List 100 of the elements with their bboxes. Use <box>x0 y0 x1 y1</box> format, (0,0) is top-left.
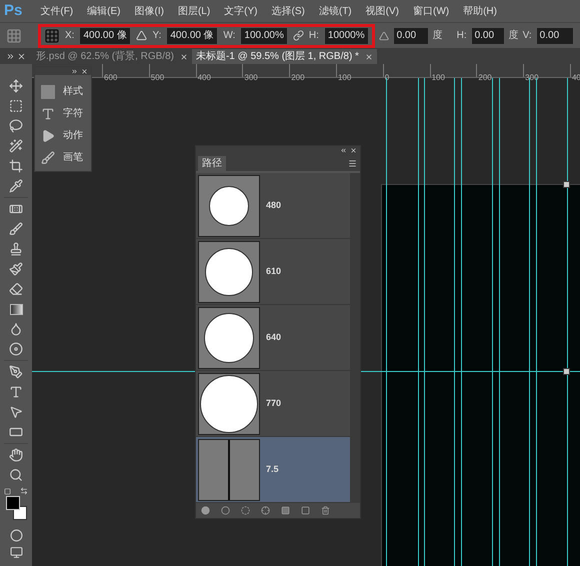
selection-icon[interactable] <box>241 506 250 515</box>
app-logo: Ps <box>4 0 22 21</box>
panel-label[interactable]: 动作 <box>63 128 83 143</box>
collapse-icon[interactable] <box>340 146 347 154</box>
menu-item[interactable]: 图像(I) <box>134 4 164 18</box>
triangle-icon[interactable] <box>136 30 148 41</box>
path-thumbnail <box>198 306 260 368</box>
work-path-icon[interactable] <box>261 506 270 515</box>
width-field[interactable]: 100.00% <box>240 26 288 44</box>
path-row[interactable]: 7.5 <box>196 437 350 503</box>
close-icon[interactable] <box>364 52 373 60</box>
height-field[interactable]: 10000% <box>324 26 369 44</box>
menu-item[interactable]: 视图(V) <box>366 4 399 18</box>
stroke-path-icon[interactable] <box>221 506 230 515</box>
ruler-label: 500 <box>150 73 164 82</box>
skew-v-field[interactable]: 0.00 <box>536 26 574 44</box>
menu-item[interactable]: 窗口(W) <box>412 4 450 18</box>
screen-mode-icon[interactable] <box>10 546 22 559</box>
close-icon[interactable] <box>81 68 88 74</box>
field-label: V: <box>522 29 532 43</box>
expand-icon[interactable] <box>71 68 78 74</box>
field-label: 度 <box>508 28 519 43</box>
zoom-icon[interactable] <box>9 468 23 482</box>
rectangle-icon[interactable] <box>9 425 23 439</box>
anchor-handle[interactable] <box>563 368 570 375</box>
quick-mask-icon[interactable] <box>10 528 22 542</box>
path-thumbnail <box>198 438 260 500</box>
trash-icon[interactable] <box>321 506 330 515</box>
color-swatches[interactable] <box>4 496 28 520</box>
link-icon[interactable] <box>292 30 304 41</box>
gradient-icon[interactable] <box>10 304 22 314</box>
angle-icon[interactable] <box>378 30 389 40</box>
droplet-icon[interactable] <box>9 322 23 336</box>
panel-label[interactable]: 字符 <box>63 106 83 121</box>
x-field[interactable]: 400.00 像 <box>79 26 132 44</box>
path-thumbnail <box>198 372 260 434</box>
ruler-label: 200 <box>290 73 305 82</box>
eyedropper-icon[interactable] <box>9 179 23 193</box>
fill-path-icon[interactable] <box>201 506 210 515</box>
path-label: 770 <box>266 396 282 410</box>
skew-h-field[interactable]: 0.00 <box>470 26 505 44</box>
lasso-icon[interactable] <box>9 119 23 133</box>
magic-wand-icon[interactable] <box>9 139 23 153</box>
bandage-icon[interactable] <box>9 202 23 216</box>
field-label: H: <box>308 29 319 43</box>
path-row[interactable]: 770 <box>196 371 350 437</box>
play-icon[interactable] <box>41 128 55 142</box>
reference-point-icon[interactable] <box>44 28 60 44</box>
type-icon[interactable] <box>41 106 55 120</box>
path-row[interactable]: 610 <box>196 239 350 305</box>
anchor-handle[interactable] <box>563 181 570 188</box>
document-tab[interactable]: 未标题-1 @ 59.5% (图层 1, RGB/8) * <box>192 49 377 64</box>
rotate-field[interactable]: 0.00 <box>392 26 429 44</box>
expand-icon[interactable] <box>6 52 15 60</box>
menu-item[interactable]: 文件(F) <box>40 4 74 18</box>
panel-menu-icon[interactable] <box>348 159 357 168</box>
field-label: X: <box>65 29 74 43</box>
path-thumbnail <box>198 174 260 236</box>
default-colors-icon[interactable] <box>4 488 11 494</box>
path-row[interactable]: 480 <box>196 173 350 239</box>
ruler-label: 100 <box>430 73 445 82</box>
menu-item[interactable]: 选择(S) <box>272 4 305 18</box>
ruler-label: 300 <box>243 73 258 82</box>
path-thumbnail <box>198 240 260 302</box>
close-icon[interactable] <box>180 52 188 60</box>
marquee-icon[interactable] <box>9 99 23 113</box>
stamp-icon[interactable] <box>9 242 23 256</box>
panel-tab[interactable]: 路径 <box>198 156 226 171</box>
type-icon[interactable] <box>9 385 23 399</box>
field-label: H: <box>456 29 467 43</box>
menu-item[interactable]: 滤镜(T) <box>318 4 352 18</box>
hand-icon[interactable] <box>9 448 23 462</box>
path-row[interactable]: 640 <box>196 305 350 371</box>
path-label: 7.5 <box>266 462 279 476</box>
paintbrush-icon[interactable] <box>9 262 23 276</box>
path-label: 610 <box>266 264 282 278</box>
close-icon[interactable] <box>17 52 26 60</box>
brush-icon[interactable] <box>9 222 23 236</box>
eraser-icon[interactable] <box>9 282 23 296</box>
mask-icon[interactable] <box>281 506 290 515</box>
move-icon[interactable] <box>9 79 23 93</box>
field-label: Y: <box>152 29 162 43</box>
pen-icon[interactable] <box>9 365 23 379</box>
menu-item[interactable]: 文字(Y) <box>224 4 258 18</box>
panel-label[interactable]: 画笔 <box>63 150 83 165</box>
swap-colors-icon[interactable] <box>20 487 28 495</box>
crop-icon[interactable] <box>9 159 23 173</box>
new-path-icon[interactable] <box>301 506 310 515</box>
menu-item[interactable]: 图层(L) <box>178 4 210 18</box>
brush-icon[interactable] <box>41 150 55 164</box>
close-icon[interactable] <box>350 146 357 154</box>
scrollbar[interactable] <box>350 173 360 503</box>
sponge-icon[interactable] <box>9 342 23 356</box>
y-field[interactable]: 400.00 像 <box>166 26 218 44</box>
menu-item[interactable]: 编辑(E) <box>87 4 120 18</box>
field-label: 度 <box>432 28 443 43</box>
ruler-label: 600 <box>103 73 118 82</box>
menu-item[interactable]: 帮助(H) <box>463 4 497 18</box>
pointer-icon[interactable] <box>9 405 23 419</box>
panel-label[interactable]: 样式 <box>63 84 83 99</box>
